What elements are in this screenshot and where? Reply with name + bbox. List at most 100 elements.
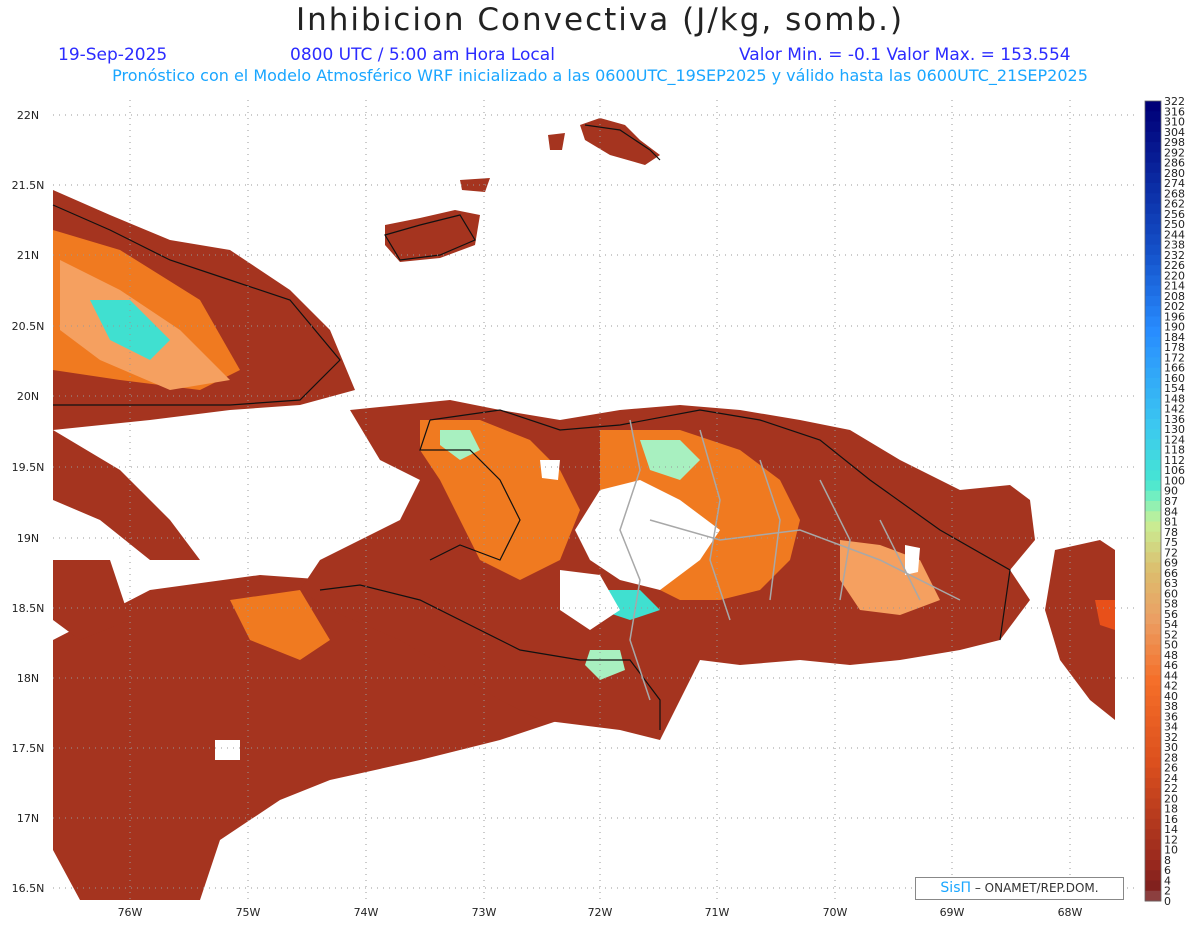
colorbar-swatch bbox=[1145, 634, 1161, 646]
longitude-label: 69W bbox=[940, 906, 965, 919]
colorbar-swatch bbox=[1145, 101, 1161, 112]
colorbar-swatch bbox=[1145, 593, 1161, 605]
latitude-label: 16.5N bbox=[12, 882, 45, 895]
colorbar-swatch bbox=[1145, 111, 1161, 123]
colorbar-swatch bbox=[1145, 377, 1161, 389]
colorbar-swatch bbox=[1145, 172, 1161, 184]
zero-region bbox=[215, 740, 240, 760]
longitude-label: 68W bbox=[1058, 906, 1083, 919]
colorbar: 3223163103042982922862802742682622562502… bbox=[1144, 95, 1185, 908]
colorbar-swatch bbox=[1145, 685, 1161, 697]
colorbar-swatch bbox=[1145, 624, 1161, 635]
colorbar-swatch bbox=[1145, 706, 1161, 717]
longitude-label: 71W bbox=[705, 906, 730, 919]
colorbar-swatch bbox=[1145, 521, 1161, 533]
colorbar-swatch bbox=[1145, 234, 1161, 246]
credit-text: – ONAMET/REP.DOM. bbox=[971, 881, 1099, 895]
colorbar-swatch bbox=[1145, 788, 1161, 799]
colorbar-swatch bbox=[1145, 603, 1161, 615]
colorbar-swatch bbox=[1145, 675, 1161, 687]
latitude-label: 17N bbox=[17, 812, 39, 825]
colorbar-swatch bbox=[1145, 870, 1161, 881]
colorbar-swatch bbox=[1145, 726, 1161, 738]
colorbar-swatch bbox=[1145, 777, 1161, 789]
colorbar-swatch bbox=[1145, 829, 1161, 840]
colorbar-swatch bbox=[1145, 531, 1161, 543]
colorbar-swatch bbox=[1145, 818, 1161, 830]
colorbar-swatch bbox=[1145, 665, 1161, 676]
colorbar-swatch bbox=[1145, 747, 1161, 758]
colorbar-swatch bbox=[1145, 408, 1161, 420]
colorbar-swatch bbox=[1145, 142, 1161, 153]
map-figure: 22N 21.5N 21N 20.5N 20N 19.5N 19N 18.5N 18N 17.5N… bbox=[12, 95, 1185, 919]
colorbar-swatch bbox=[1145, 695, 1161, 707]
colorbar-swatch bbox=[1145, 152, 1161, 164]
latitude-label: 19N bbox=[17, 532, 39, 545]
colorbar-swatch bbox=[1145, 306, 1161, 317]
zero-region bbox=[540, 460, 560, 480]
colorbar-swatch bbox=[1145, 316, 1161, 328]
colorbar-swatch bbox=[1145, 213, 1161, 225]
colorbar-swatch bbox=[1145, 275, 1161, 287]
colorbar-swatch bbox=[1145, 552, 1161, 564]
colorbar-swatch bbox=[1145, 295, 1161, 307]
latitude-label: 21.5N bbox=[12, 179, 45, 192]
latitude-label: 19.5N bbox=[12, 461, 45, 474]
colorbar-swatch bbox=[1145, 849, 1161, 861]
latitude-label: 20.5N bbox=[12, 320, 45, 333]
colorbar-swatch bbox=[1145, 808, 1161, 820]
colorbar-swatch bbox=[1145, 367, 1161, 379]
colorbar-swatch bbox=[1145, 767, 1161, 779]
colorbar-swatch bbox=[1145, 162, 1161, 174]
longitude-label: 73W bbox=[472, 906, 497, 919]
longitude-label: 76W bbox=[118, 906, 143, 919]
colorbar-swatch bbox=[1145, 398, 1161, 410]
colorbar-swatch bbox=[1145, 224, 1161, 235]
colorbar-swatch bbox=[1145, 347, 1161, 358]
colorbar-swatch bbox=[1145, 336, 1161, 348]
colorbar-swatch bbox=[1145, 439, 1161, 451]
colorbar-swatch bbox=[1145, 511, 1161, 523]
latitude-label: 22N bbox=[17, 109, 39, 122]
colorbar-swatch bbox=[1145, 736, 1161, 748]
colorbar-swatch bbox=[1145, 480, 1161, 492]
latitude-label: 18N bbox=[17, 672, 39, 685]
zero-region bbox=[905, 545, 920, 575]
colorbar-swatch bbox=[1145, 265, 1161, 276]
colorbar-swatch bbox=[1145, 880, 1161, 892]
colorbar-swatch bbox=[1145, 193, 1161, 205]
colorbar-swatch bbox=[1145, 449, 1161, 461]
colorbar-swatch bbox=[1145, 644, 1161, 656]
colorbar-swatch bbox=[1145, 203, 1161, 215]
longitude-label: 74W bbox=[354, 906, 379, 919]
colorbar-swatch bbox=[1145, 583, 1161, 594]
colorbar-swatch bbox=[1145, 388, 1161, 399]
colorbar-swatch bbox=[1145, 470, 1161, 481]
latitude-label: 20N bbox=[17, 390, 39, 403]
colorbar-swatch bbox=[1145, 326, 1161, 338]
colorbar-swatch bbox=[1145, 244, 1161, 256]
colorbar-swatch bbox=[1145, 418, 1161, 430]
colorbar-swatch bbox=[1145, 562, 1161, 574]
colorbar-label: 0 bbox=[1164, 895, 1171, 908]
colorbar-swatch bbox=[1145, 459, 1161, 471]
colorbar-swatch bbox=[1145, 490, 1161, 502]
longitude-label: 70W bbox=[823, 906, 848, 919]
colorbar-swatch bbox=[1145, 757, 1161, 769]
colorbar-swatch bbox=[1145, 501, 1161, 512]
credit-box: SisΠ – ONAMET/REP.DOM. bbox=[915, 877, 1124, 900]
colorbar-swatch bbox=[1145, 429, 1161, 440]
colorbar-swatch bbox=[1145, 716, 1161, 728]
colorbar-swatch bbox=[1145, 131, 1161, 143]
credit-brand: SisΠ bbox=[940, 880, 972, 896]
colorbar-swatch bbox=[1145, 542, 1161, 553]
longitude-label: 72W bbox=[588, 906, 613, 919]
latitude-label: 21N bbox=[17, 249, 39, 262]
latitude-label: 17.5N bbox=[12, 742, 45, 755]
colorbar-swatch bbox=[1145, 798, 1161, 810]
colorbar-swatch bbox=[1145, 121, 1161, 133]
colorbar-swatch bbox=[1145, 613, 1161, 625]
colorbar-swatch bbox=[1145, 890, 1161, 902]
colorbar-swatch bbox=[1145, 572, 1161, 584]
latitude-label: 18.5N bbox=[12, 602, 45, 615]
